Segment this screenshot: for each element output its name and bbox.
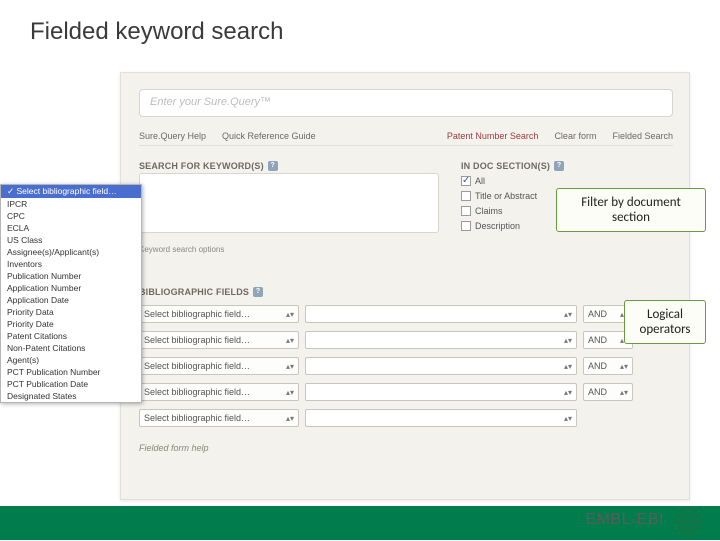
brand-name: EMBL-EBI: [585, 511, 664, 529]
biblio-value-input[interactable]: ▴▾: [305, 305, 577, 323]
chevron-updown-icon: ▴▾: [620, 390, 628, 395]
toolbar-help-link[interactable]: Sure.Query Help: [139, 131, 206, 141]
biblio-value-input[interactable]: ▴▾: [305, 357, 577, 375]
callout-logical-operators: Logical operators: [624, 300, 706, 344]
slide-title: Fielded keyword search: [30, 18, 283, 46]
biblio-value-input[interactable]: ▴▾: [305, 409, 577, 427]
fielded-form-help-link[interactable]: Fielded form help: [139, 443, 209, 453]
toolbar-guide-link[interactable]: Quick Reference Guide: [222, 131, 316, 141]
dropdown-item[interactable]: Assignee(s)/Applicant(s): [1, 246, 141, 258]
logical-operator-select[interactable]: AND▴▾: [583, 383, 633, 401]
section-header-biblio: BIBLIOGRAPHIC FIELDS ?: [139, 287, 263, 297]
chevron-updown-icon: ▴▾: [564, 338, 572, 343]
dropdown-item[interactable]: CPC: [1, 210, 141, 222]
dropdown-item[interactable]: Publication Number: [1, 270, 141, 282]
section-header-keywords: SEARCH FOR KEYWORD(S) ?: [139, 161, 278, 171]
embl-ebi-icon: [672, 504, 704, 536]
checkbox-title-abstract[interactable]: [461, 191, 471, 201]
chevron-updown-icon: ▴▾: [564, 312, 572, 317]
clear-form-link[interactable]: Clear form: [554, 131, 596, 141]
dropdown-item[interactable]: Application Date: [1, 294, 141, 306]
checkbox-claims[interactable]: [461, 206, 471, 216]
biblio-field-dropdown-open[interactable]: Select bibliographic field… IPCR CPC ECL…: [0, 184, 142, 403]
chevron-updown-icon: ▴▾: [564, 390, 572, 395]
checkbox-label: All: [475, 176, 485, 186]
help-icon[interactable]: ?: [268, 161, 278, 171]
search-app-frame: Enter your Sure.Query™ Sure.Query Help Q…: [120, 72, 690, 500]
biblio-field-select[interactable]: Select bibliographic field…▴▾: [139, 357, 299, 375]
help-icon[interactable]: ?: [554, 161, 564, 171]
chevron-updown-icon: ▴▾: [564, 416, 572, 421]
dropdown-item[interactable]: Inventors: [1, 258, 141, 270]
biblio-field-select[interactable]: Select bibliographic field…▴▾: [139, 331, 299, 349]
callout-filter-doc-section: Filter by document section: [556, 188, 706, 232]
chevron-updown-icon: ▴▾: [286, 364, 294, 369]
dropdown-item-selected[interactable]: Select bibliographic field…: [1, 185, 141, 198]
checkbox-label: Claims: [475, 206, 503, 216]
biblio-row: Select bibliographic field…▴▾ ▴▾ AND▴▾: [139, 331, 673, 349]
chevron-updown-icon: ▴▾: [286, 416, 294, 421]
dropdown-item[interactable]: IPCR: [1, 198, 141, 210]
biblio-row: Select bibliographic field…▴▾ ▴▾ AND▴▾: [139, 383, 673, 401]
dropdown-item[interactable]: Agent(s): [1, 354, 141, 366]
checkbox-label: Title or Abstract: [475, 191, 537, 201]
toolbar: Sure.Query Help Quick Reference Guide Pa…: [139, 131, 673, 146]
checkbox-all[interactable]: [461, 176, 471, 186]
dropdown-item[interactable]: Priority Data: [1, 306, 141, 318]
checkbox-description[interactable]: [461, 221, 471, 231]
fielded-search-link[interactable]: Fielded Search: [612, 131, 673, 141]
surequery-input[interactable]: Enter your Sure.Query™: [139, 89, 673, 117]
biblio-field-select[interactable]: Select bibliographic field…▴▾: [139, 409, 299, 427]
dropdown-item[interactable]: PCT Publication Date: [1, 378, 141, 390]
dropdown-item[interactable]: Application Number: [1, 282, 141, 294]
chevron-updown-icon: ▴▾: [620, 364, 628, 369]
patent-number-search-link[interactable]: Patent Number Search: [447, 131, 539, 141]
keyword-options-link[interactable]: Keyword search options: [139, 245, 224, 254]
biblio-row: Select bibliographic field…▴▾ ▴▾ AND▴▾: [139, 305, 673, 323]
dropdown-item[interactable]: Priority Date: [1, 318, 141, 330]
dropdown-item[interactable]: ECLA: [1, 222, 141, 234]
section-header-doc-sections: IN DOC SECTION(S) ?: [461, 161, 564, 171]
biblio-row: Select bibliographic field…▴▾ ▴▾: [139, 409, 673, 427]
biblio-field-select[interactable]: Select bibliographic field…▴▾: [139, 383, 299, 401]
chevron-updown-icon: ▴▾: [564, 364, 572, 369]
dropdown-item[interactable]: Patent Citations: [1, 330, 141, 342]
biblio-fields-table: Select bibliographic field…▴▾ ▴▾ AND▴▾ S…: [139, 305, 673, 435]
chevron-updown-icon: ▴▾: [286, 312, 294, 317]
biblio-row: Select bibliographic field…▴▾ ▴▾ AND▴▾: [139, 357, 673, 375]
chevron-updown-icon: ▴▾: [286, 390, 294, 395]
chevron-updown-icon: ▴▾: [286, 338, 294, 343]
biblio-value-input[interactable]: ▴▾: [305, 331, 577, 349]
dropdown-item[interactable]: US Class: [1, 234, 141, 246]
logical-operator-select[interactable]: AND▴▾: [583, 357, 633, 375]
dropdown-item[interactable]: PCT Publication Number: [1, 366, 141, 378]
dropdown-item[interactable]: Designated States: [1, 390, 141, 402]
brand-logo: EMBL-EBI: [585, 504, 704, 536]
keyword-textarea[interactable]: [139, 173, 439, 233]
dropdown-item[interactable]: Non-Patent Citations: [1, 342, 141, 354]
checkbox-label: Description: [475, 221, 520, 231]
biblio-field-select[interactable]: Select bibliographic field…▴▾: [139, 305, 299, 323]
biblio-value-input[interactable]: ▴▾: [305, 383, 577, 401]
help-icon[interactable]: ?: [253, 287, 263, 297]
